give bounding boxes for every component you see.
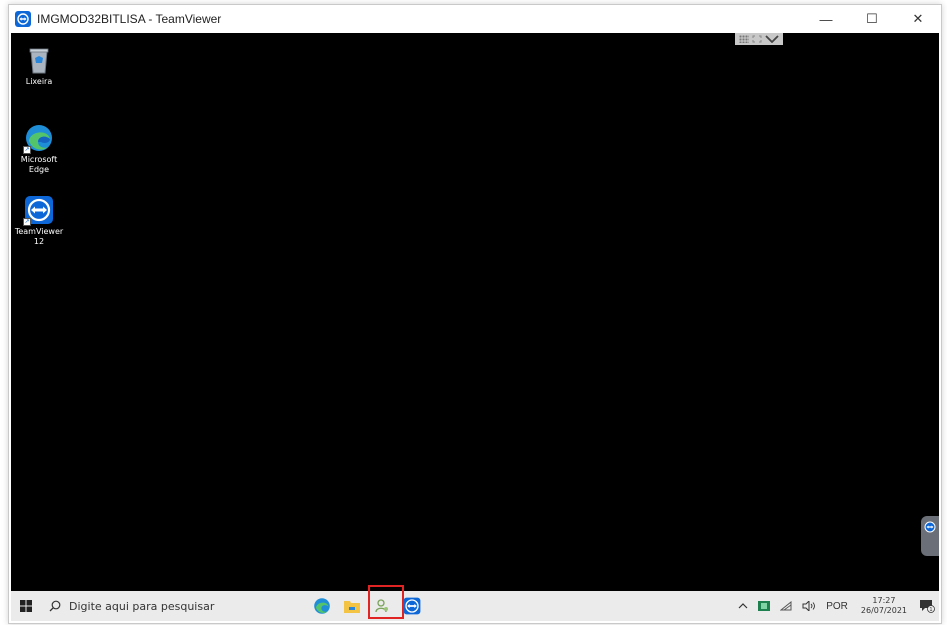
taskbar-clock[interactable]: 17:27 26/07/2021 (861, 596, 907, 616)
shortcut-arrow-icon: ↗ (23, 146, 31, 154)
tray-app[interactable] (758, 601, 771, 611)
grip-icon (739, 35, 749, 43)
highlight-annotation (368, 585, 404, 619)
teamviewer-app-icon (15, 11, 31, 27)
search-icon (49, 600, 61, 612)
file-explorer-icon (344, 601, 360, 613)
taskbar-file-explorer[interactable] (337, 591, 367, 621)
input-language[interactable]: POR (826, 601, 848, 612)
window-title: IMGMOD32BITLISA - TeamViewer (37, 12, 222, 26)
remote-desktop[interactable]: Lixeira ↗ Microsoft Edge ↗ TeamViewer 12 (11, 33, 939, 591)
minimize-button[interactable]: — (803, 5, 849, 33)
desktop-icon-label: TeamViewer 12 (14, 227, 64, 246)
chevron-up-icon (738, 603, 748, 609)
close-button[interactable]: ✕ (895, 5, 941, 33)
maximize-button[interactable]: ☐ (849, 5, 895, 33)
desktop-icon-recycle-bin[interactable]: Lixeira (15, 45, 63, 87)
show-hidden-icons[interactable] (738, 603, 748, 609)
search-placeholder: Digite aqui para pesquisar (69, 599, 215, 613)
app-tray-icon (758, 601, 771, 611)
start-button[interactable] (11, 591, 41, 621)
windows-icon (20, 600, 32, 612)
notification-icon: 1 (920, 600, 935, 613)
teamviewer-side-panel-tab[interactable] (921, 516, 939, 556)
edge-icon (314, 598, 330, 614)
taskbar-edge[interactable] (307, 591, 337, 621)
system-tray: POR 17:27 26/07/2021 1 (733, 591, 939, 621)
desktop-icon-edge[interactable]: ↗ Microsoft Edge (15, 123, 63, 175)
taskbar-apps (307, 591, 427, 621)
teamviewer-icon: ↗ (23, 195, 54, 226)
action-center-button[interactable]: 1 (915, 591, 939, 621)
remote-taskbar: Digite aqui para pesquisar POR 17:27 26/… (11, 585, 939, 621)
edge-icon: ↗ (23, 123, 54, 154)
network-icon (780, 601, 792, 611)
desktop-icon-label: Lixeira (25, 77, 53, 86)
taskbar-search-box[interactable]: Digite aqui para pesquisar (41, 591, 291, 621)
desktop-icon-teamviewer[interactable]: ↗ TeamViewer 12 (15, 195, 63, 247)
window-controls: — ☐ ✕ (803, 5, 941, 33)
speaker-icon (802, 601, 816, 611)
recycle-bin-icon (24, 45, 54, 75)
desktop-icon-label: Microsoft Edge (20, 155, 58, 174)
volume-control[interactable] (802, 601, 816, 611)
teamviewer-window: IMGMOD32BITLISA - TeamViewer — ☐ ✕ Lixei… (8, 4, 942, 624)
clock-date: 26/07/2021 (860, 606, 907, 615)
teamviewer-icon (924, 521, 936, 533)
title-bar[interactable]: IMGMOD32BITLISA - TeamViewer — ☐ ✕ (9, 5, 941, 33)
shortcut-arrow-icon: ↗ (23, 218, 31, 226)
network-status[interactable] (780, 601, 792, 611)
clock-time: 17:27 (872, 596, 896, 605)
teamviewer-icon (403, 597, 421, 615)
notification-count: 1 (929, 607, 932, 613)
chevron-down-icon (765, 35, 779, 43)
fullscreen-icon (752, 35, 762, 43)
teamviewer-toolbar-handle[interactable] (735, 33, 783, 45)
